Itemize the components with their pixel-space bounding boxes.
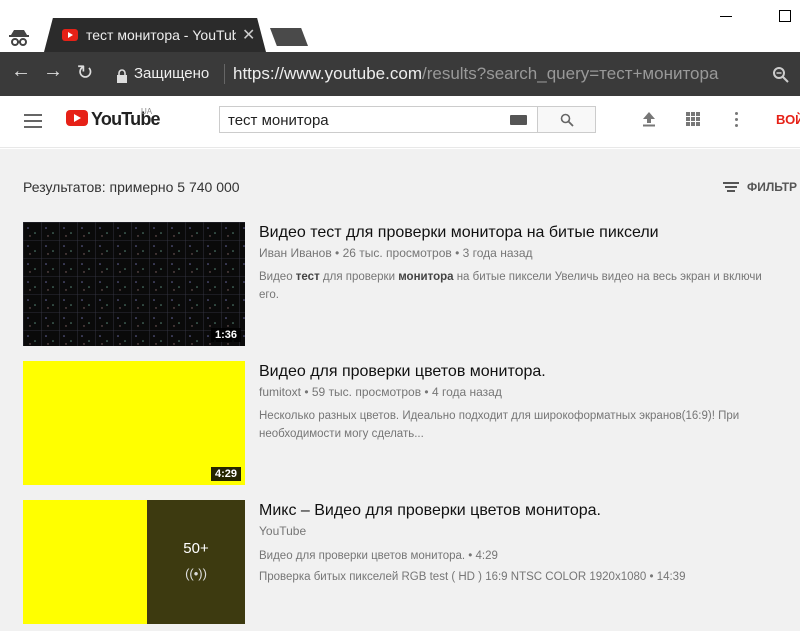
video-thumbnail[interactable]: 1:36	[23, 222, 245, 346]
minimize-button[interactable]	[720, 16, 732, 17]
more-icon[interactable]	[735, 112, 738, 130]
filter-icon	[723, 182, 739, 193]
maximize-button[interactable]	[779, 10, 791, 22]
video-title[interactable]: Видео для проверки цветов монитора.	[259, 363, 546, 381]
mix-thumbnail[interactable]: 50+ ((•))	[23, 500, 245, 624]
video-thumbnail[interactable]: 4:29	[23, 361, 245, 485]
mix-panel: 50+ ((•))	[147, 500, 245, 624]
video-duration: 1:36	[210, 328, 241, 342]
video-description: Видео тест для проверки монитора на биты…	[259, 271, 762, 301]
tab-strip: тест монитора - YouTube ✕	[0, 0, 800, 52]
youtube-favicon-icon	[62, 29, 78, 41]
video-result[interactable]: 4:29 Видео для проверки цветов монитора.…	[23, 361, 800, 485]
youtube-header: YouTube UA ВОЙ	[0, 96, 800, 148]
mix-playlist: Видео для проверки цветов монитора. • 4:…	[259, 546, 779, 588]
incognito-icon	[9, 30, 29, 46]
filter-button[interactable]: ФИЛЬТР	[723, 180, 797, 194]
browser-tab[interactable]: тест монитора - YouTube ✕	[44, 18, 266, 52]
video-title[interactable]: Микс – Видео для проверки цветов монитор…	[259, 502, 601, 520]
mix-item[interactable]: Видео для проверки цветов монитора. • 4:…	[259, 546, 779, 567]
video-meta[interactable]: fumitoxt • 59 тыс. просмотров • 4 года н…	[259, 385, 502, 399]
search-icon	[560, 113, 574, 127]
new-tab-button[interactable]	[270, 28, 308, 46]
reload-icon[interactable]: ↻	[72, 60, 98, 85]
menu-icon[interactable]	[24, 114, 42, 128]
back-icon[interactable]: ←	[8, 60, 34, 83]
video-description: Несколько разных цветов. Идеально подход…	[259, 410, 740, 440]
tab-title: тест монитора - YouTube	[86, 27, 236, 43]
mix-item[interactable]: Проверка битых пикселей RGB test ( HD ) …	[259, 567, 779, 588]
video-title[interactable]: Видео тест для проверки монитора на биты…	[259, 224, 659, 242]
video-duration: 4:29	[210, 467, 241, 481]
url-path: /results?search_query=тест+монитора	[421, 64, 719, 83]
keyboard-icon[interactable]	[510, 115, 527, 125]
video-result[interactable]: 1:36 Видео тест для проверки монитора на…	[23, 222, 800, 346]
upload-icon[interactable]	[641, 111, 657, 127]
lock-icon	[117, 69, 127, 83]
signin-button[interactable]: ВОЙ	[776, 112, 800, 127]
zoom-icon[interactable]	[772, 66, 790, 84]
filter-label: ФИЛЬТР	[747, 180, 798, 194]
results-count: Результатов: примерно 5 740 000	[23, 179, 240, 195]
logo-region: UA	[141, 107, 153, 116]
forward-icon[interactable]: →	[40, 60, 66, 83]
search-results: Результатов: примерно 5 740 000 ФИЛЬТР 1…	[0, 149, 800, 631]
video-meta[interactable]: YouTube	[259, 524, 306, 538]
security-label[interactable]: Защищено	[134, 65, 209, 82]
search-button[interactable]	[537, 106, 596, 133]
address-bar[interactable]: https://www.youtube.com/results?search_q…	[233, 64, 718, 84]
search-input[interactable]	[226, 111, 496, 130]
close-icon[interactable]: ✕	[242, 25, 255, 45]
video-meta[interactable]: Иван Иванов • 26 тыс. просмотров • 3 год…	[259, 246, 533, 260]
search-box[interactable]	[219, 106, 538, 133]
address-separator	[224, 64, 225, 84]
youtube-logo-icon[interactable]	[66, 110, 88, 126]
apps-icon[interactable]	[686, 112, 700, 126]
url-host: https://www.youtube.com	[233, 64, 422, 83]
mix-count: 50+	[183, 540, 209, 557]
mix-result[interactable]: 50+ ((•)) Микс – Видео для проверки цвет…	[23, 500, 800, 624]
radio-icon: ((•))	[185, 566, 207, 581]
